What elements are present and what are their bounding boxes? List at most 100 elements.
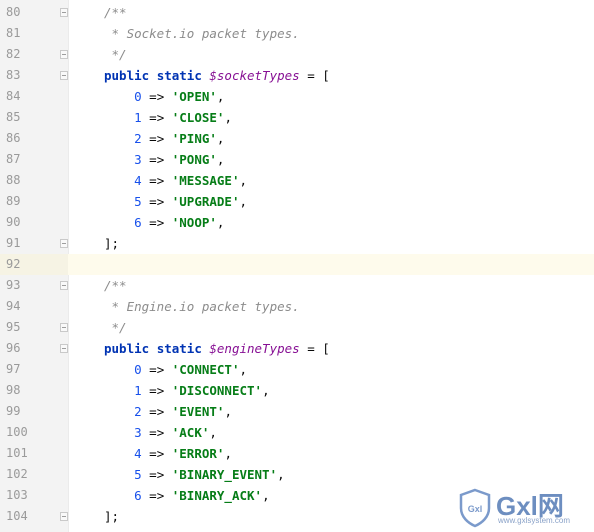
- code-token: 3: [134, 425, 142, 440]
- line-number: 83: [6, 68, 21, 82]
- code-text: 4 => 'ERROR',: [104, 443, 232, 464]
- code-text: 4 => 'MESSAGE',: [104, 170, 247, 191]
- code-token: 6: [134, 215, 142, 230]
- code-token: ,: [209, 425, 217, 440]
- code-line[interactable]: 83 public static $socketTypes = [: [0, 65, 594, 86]
- fold-end-icon[interactable]: [60, 50, 68, 59]
- code-token: * Socket.io packet types.: [104, 26, 300, 41]
- code-text: public static $engineTypes = [: [104, 338, 330, 359]
- code-token: =>: [141, 173, 172, 188]
- code-token: =>: [141, 362, 172, 377]
- code-line[interactable]: 97 0 => 'CONNECT',: [0, 359, 594, 380]
- fold-end-icon[interactable]: [60, 239, 68, 248]
- code-token: 'CLOSE': [171, 110, 225, 125]
- code-token: 3: [134, 152, 142, 167]
- code-token: ,: [224, 446, 232, 461]
- code-text: 2 => 'PING',: [104, 128, 224, 149]
- code-token: 0: [134, 89, 142, 104]
- gutter-cell: 86: [0, 128, 68, 149]
- gutter-cell: 88: [0, 170, 68, 191]
- code-line[interactable]: 98 1 => 'DISCONNECT',: [0, 380, 594, 401]
- code-line[interactable]: 88 4 => 'MESSAGE',: [0, 170, 594, 191]
- code-line[interactable]: 100 3 => 'ACK',: [0, 422, 594, 443]
- code-token: 'ERROR': [171, 446, 225, 461]
- code-token: 'CONNECT': [171, 362, 240, 377]
- fold-expand-icon[interactable]: [60, 281, 68, 290]
- code-line[interactable]: 91];: [0, 233, 594, 254]
- code-token: /**: [104, 5, 127, 20]
- code-token: ,: [277, 467, 285, 482]
- code-line[interactable]: 86 2 => 'PING',: [0, 128, 594, 149]
- code-text: ];: [104, 506, 119, 527]
- code-line[interactable]: 87 3 => 'PONG',: [0, 149, 594, 170]
- code-line[interactable]: 94 * Engine.io packet types.: [0, 296, 594, 317]
- code-token: 'DISCONNECT': [171, 383, 263, 398]
- code-line[interactable]: 93 /**: [0, 275, 594, 296]
- code-text: * Socket.io packet types.: [104, 23, 300, 44]
- gutter-cell: 91: [0, 233, 68, 254]
- code-token: 'BINARY_EVENT': [171, 467, 278, 482]
- line-number: 87: [6, 152, 21, 166]
- code-token: $socketTypes: [209, 68, 300, 83]
- fold-end-icon[interactable]: [60, 323, 68, 332]
- gutter-cell: 80: [0, 2, 68, 23]
- line-number: 97: [6, 362, 21, 376]
- code-lines[interactable]: 80 /** 81 * Socket.io packet types. 82 */ 83…: [0, 2, 594, 527]
- gutter-cell: 92: [0, 254, 68, 275]
- fold-expand-icon[interactable]: [60, 8, 68, 17]
- gutter-cell: 82: [0, 44, 68, 65]
- code-token: =>: [141, 131, 172, 146]
- line-number: 96: [6, 341, 21, 355]
- code-token: 'MESSAGE': [171, 173, 240, 188]
- code-token: * Engine.io packet types.: [104, 299, 300, 314]
- line-number: 91: [6, 236, 21, 250]
- code-line[interactable]: 96 public static $engineTypes = [: [0, 338, 594, 359]
- code-token: =>: [141, 488, 172, 503]
- code-token: =>: [141, 383, 172, 398]
- code-line[interactable]: 81 * Socket.io packet types.: [0, 23, 594, 44]
- code-line-current[interactable]: 92: [0, 254, 594, 275]
- code-token: ,: [262, 383, 270, 398]
- code-token: public: [104, 68, 150, 83]
- code-line[interactable]: 89 5 => 'UPGRADE',: [0, 191, 594, 212]
- line-number: 90: [6, 215, 21, 229]
- fold-end-icon[interactable]: [60, 512, 68, 521]
- code-token: 'EVENT': [171, 404, 225, 419]
- code-text: 1 => 'DISCONNECT',: [104, 380, 270, 401]
- gutter-cell: 94: [0, 296, 68, 317]
- gutter-cell: 85: [0, 107, 68, 128]
- gutter-cell: 103: [0, 485, 68, 506]
- code-token: = [: [299, 341, 330, 356]
- line-number: 103: [6, 488, 28, 502]
- code-line[interactable]: 102 5 => 'BINARY_EVENT',: [0, 464, 594, 485]
- line-number: 80: [6, 5, 21, 19]
- gutter-cell: 100: [0, 422, 68, 443]
- code-token: 2: [134, 131, 142, 146]
- code-line[interactable]: 85 1 => 'CLOSE',: [0, 107, 594, 128]
- code-token: public: [104, 341, 150, 356]
- code-text: 3 => 'ACK',: [104, 422, 217, 443]
- line-number: 86: [6, 131, 21, 145]
- code-line[interactable]: 99 2 => 'EVENT',: [0, 401, 594, 422]
- gutter-cell: 90: [0, 212, 68, 233]
- code-token: 4: [134, 446, 142, 461]
- line-number: 98: [6, 383, 21, 397]
- code-line[interactable]: 95 */: [0, 317, 594, 338]
- code-token: ];: [104, 236, 120, 251]
- code-text: /**: [104, 2, 127, 23]
- code-line[interactable]: 84 0 => 'OPEN',: [0, 86, 594, 107]
- code-editor[interactable]: 80 /** 81 * Socket.io packet types. 82 */ 83…: [0, 0, 594, 532]
- fold-expand-icon[interactable]: [60, 71, 68, 80]
- code-token: ,: [224, 110, 232, 125]
- watermark-url: www.gxlsystem.com: [498, 516, 571, 525]
- code-line[interactable]: 82 */: [0, 44, 594, 65]
- fold-expand-icon[interactable]: [60, 344, 68, 353]
- code-text: */: [104, 317, 127, 338]
- code-line[interactable]: 101 4 => 'ERROR',: [0, 443, 594, 464]
- code-line[interactable]: 80 /**: [0, 2, 594, 23]
- code-line[interactable]: 90 6 => 'NOOP',: [0, 212, 594, 233]
